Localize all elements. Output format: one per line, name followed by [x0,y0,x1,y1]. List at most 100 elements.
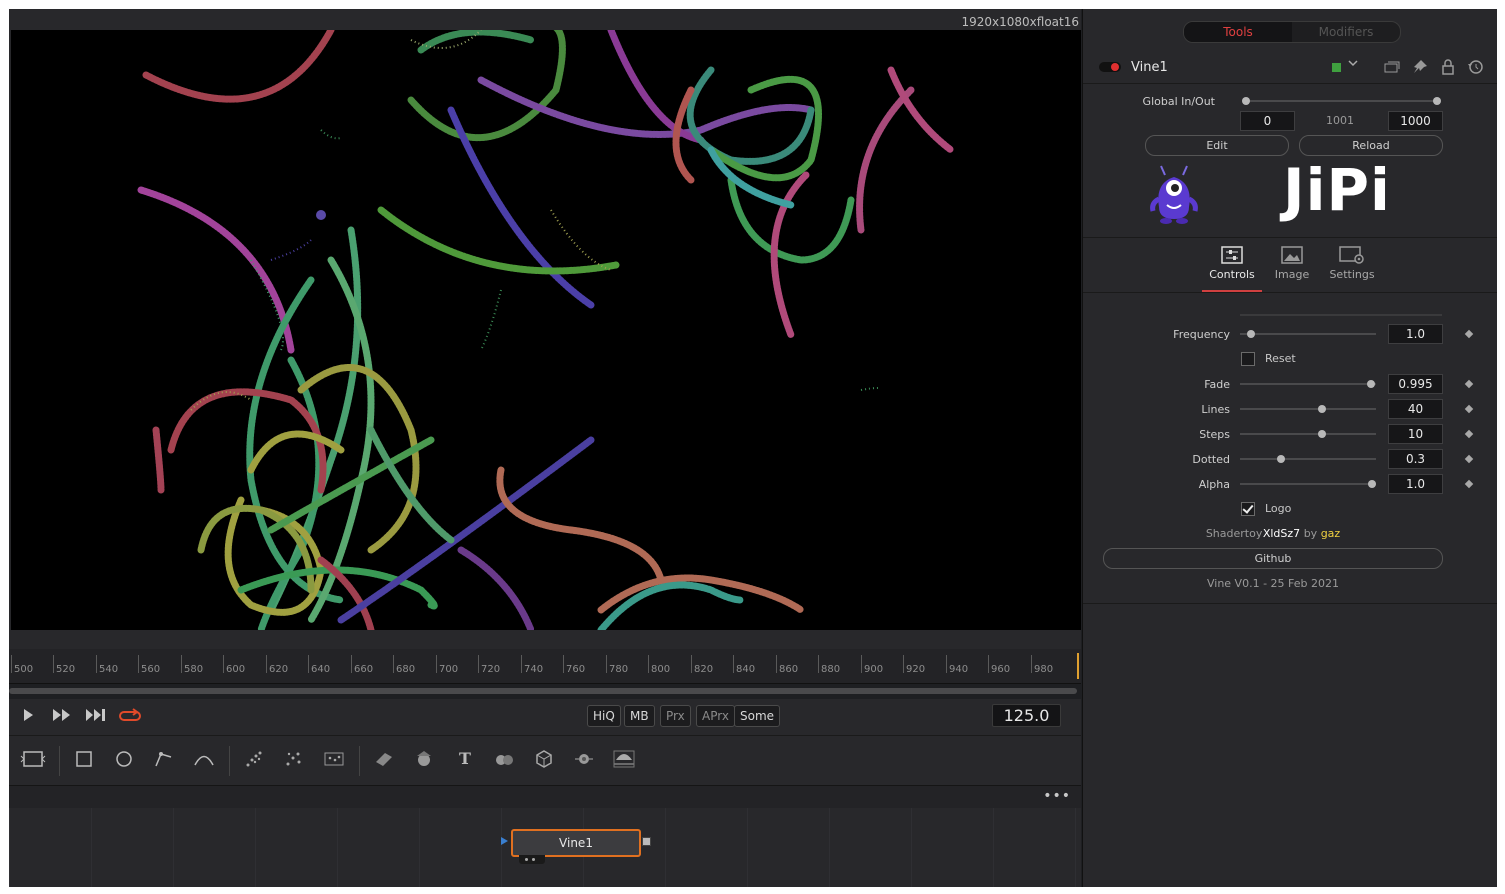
tab-image[interactable]: Image [1262,244,1322,290]
author-link[interactable]: gaz [1321,527,1341,540]
global-range-track[interactable] [1245,100,1435,102]
loop-icon[interactable] [119,708,141,726]
reload-button[interactable]: Reload [1299,135,1443,156]
tool-header: Vine1 [1083,51,1497,84]
frequency-slider[interactable] [1240,333,1376,335]
tool-enable-toggle[interactable] [1099,62,1121,72]
ruler-tick: 760 [563,655,585,675]
alpha-slider-knob[interactable] [1367,480,1376,488]
reset-checkbox[interactable] [1241,352,1255,366]
background-icon[interactable] [18,746,48,774]
lines-field[interactable]: 40 [1388,399,1443,419]
rectangle-mask-icon[interactable] [69,746,99,774]
svg-text:T: T [459,749,471,768]
fade-slider[interactable] [1240,383,1376,385]
pin-icon[interactable] [1411,59,1429,75]
more-options-icon[interactable]: ••• [1043,789,1071,803]
text-3d-icon[interactable]: T [449,746,479,774]
github-button[interactable]: Github [1103,548,1443,569]
dotted-slider[interactable] [1240,458,1376,460]
steps-slider[interactable] [1240,433,1376,435]
tab-settings-label: Settings [1329,268,1375,281]
lock-icon[interactable] [1439,59,1457,75]
tab-modifiers[interactable]: Modifiers [1292,22,1400,42]
tab-tools[interactable]: Tools [1184,22,1292,42]
ruler-tick: 520 [53,655,75,675]
alpha-keyframe-icon[interactable] [1464,479,1474,489]
steps-slider-knob[interactable] [1317,430,1326,438]
particle-shape-icon[interactable] [319,746,349,774]
global-out-field[interactable]: 1000 [1388,111,1443,131]
fade-keyframe-icon[interactable] [1464,379,1474,389]
lines-slider[interactable] [1240,408,1376,410]
hiq-button[interactable]: HiQ [587,705,621,727]
bspline-mask-icon[interactable] [189,746,219,774]
camera-3d-icon[interactable] [569,746,599,774]
merge-3d-icon[interactable] [489,746,519,774]
dotted-slider-knob[interactable] [1276,455,1285,463]
skip-to-end-icon[interactable] [85,708,107,726]
shape-3d-icon[interactable] [409,746,439,774]
global-out-handle[interactable] [1433,97,1441,105]
auto-proxy-button[interactable]: APrx [696,705,735,727]
node-input-port[interactable] [501,837,508,845]
viewer-canvas[interactable] [11,30,1081,630]
frequency-field[interactable]: 1.0 [1388,324,1443,344]
tab-controls[interactable]: Controls [1202,244,1262,292]
selective-update-button[interactable]: Some [734,705,781,727]
ruler-tick: 720 [478,655,500,675]
tab-settings[interactable]: Settings [1322,244,1382,290]
tool-name: Vine1 [1131,60,1168,75]
particle-emitter-icon[interactable] [239,746,269,774]
fade-field[interactable]: 0.995 [1388,374,1443,394]
ruler-tick: 660 [351,655,373,675]
inspector-panel: Tools Modifiers Vine1 Global In/Out 0 10… [1082,9,1497,887]
image-icon [1281,246,1303,264]
tool-color-swatch[interactable] [1332,63,1341,72]
frequency-slider-knob[interactable] [1246,330,1255,338]
renderer-3d-icon[interactable] [529,746,559,774]
time-scrubber[interactable] [9,688,1077,694]
frequency-keyframe-icon[interactable] [1464,329,1474,339]
node-editor[interactable]: Vine1 [9,808,1081,887]
lines-slider-knob[interactable] [1317,405,1326,413]
particle-render-icon[interactable] [279,746,309,774]
tab-controls-label: Controls [1209,268,1255,281]
ellipse-mask-icon[interactable] [109,746,139,774]
shadertoy-link[interactable]: XldSz7 [1263,527,1300,540]
steps-field[interactable]: 10 [1388,424,1443,444]
dotted-field[interactable]: 0.3 [1388,449,1443,469]
global-in-handle[interactable] [1242,97,1250,105]
steps-keyframe-icon[interactable] [1464,429,1474,439]
fast-forward-icon[interactable] [51,708,73,726]
alpha-slider[interactable] [1240,483,1376,485]
lines-keyframe-icon[interactable] [1464,404,1474,414]
playhead-marker[interactable] [1077,653,1079,679]
ruler-tick: 580 [181,655,203,675]
node-output-port[interactable] [642,837,651,846]
alpha-field[interactable]: 1.0 [1388,474,1443,494]
fade-slider-knob[interactable] [1366,380,1375,388]
collapse-icon[interactable] [1383,59,1401,75]
vine-node[interactable]: Vine1 [511,829,641,857]
credit-prefix: Shadertoy [1205,527,1263,540]
proxy-button[interactable]: Prx [660,705,691,727]
image-plane-3d-icon[interactable] [369,746,399,774]
reset-label: Reset [1265,352,1296,365]
chevron-down-icon[interactable] [1348,58,1358,71]
play-icon[interactable] [17,708,39,726]
edit-button[interactable]: Edit [1145,135,1289,156]
polygon-mask-icon[interactable] [149,746,179,774]
dotted-keyframe-icon[interactable] [1464,454,1474,464]
toolbar-divider [359,746,360,776]
current-frame-field[interactable]: 125.0 [992,704,1061,727]
logo-checkbox[interactable] [1241,502,1255,516]
spotlight-icon[interactable] [609,746,639,774]
logo-label: Logo [1265,502,1292,515]
motion-blur-button[interactable]: MB [624,705,655,727]
timeline-ruler[interactable]: 500 520 540 560 580 600 620 640 660 680 … [9,649,1081,684]
panel-divider [1083,603,1497,604]
fade-label: Fade [1204,378,1230,391]
reset-history-icon[interactable] [1467,59,1485,75]
global-in-field[interactable]: 0 [1240,111,1295,131]
